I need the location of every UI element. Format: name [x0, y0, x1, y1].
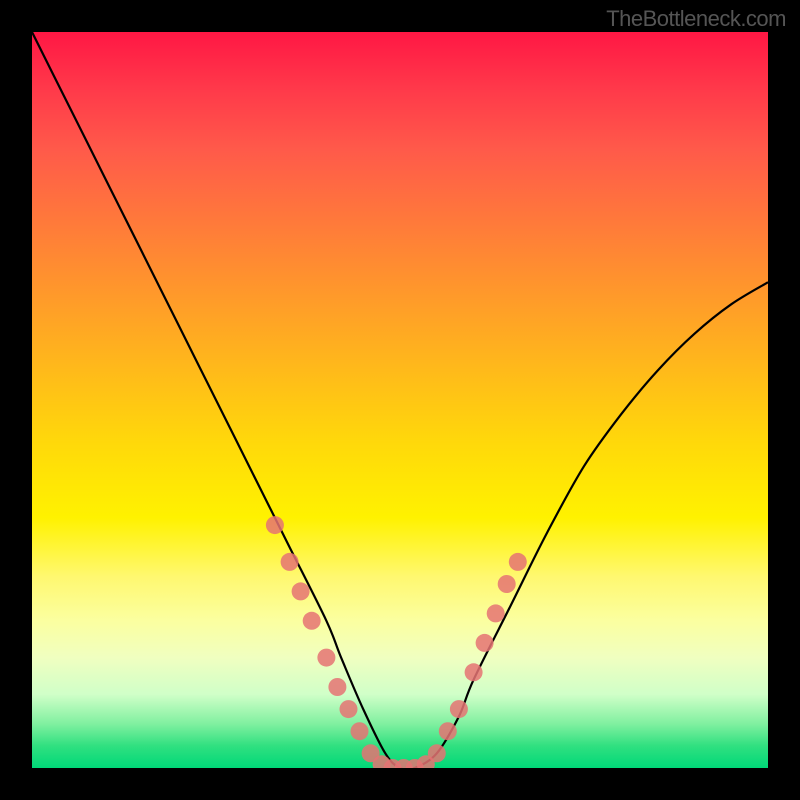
- chart-svg: [32, 32, 768, 768]
- data-marker: [476, 634, 494, 652]
- data-marker: [328, 678, 346, 696]
- data-marker: [303, 612, 321, 630]
- data-marker: [465, 663, 483, 681]
- chart-plot-area: [32, 32, 768, 768]
- data-marker: [281, 553, 299, 571]
- data-marker: [292, 582, 310, 600]
- data-marker: [439, 722, 457, 740]
- data-marker: [317, 649, 335, 667]
- watermark-text: TheBottleneck.com: [606, 6, 786, 32]
- data-marker: [498, 575, 516, 593]
- data-marker: [487, 604, 505, 622]
- data-marker: [450, 700, 468, 718]
- bottleneck-curve: [32, 32, 768, 768]
- data-marker: [428, 744, 446, 762]
- markers-group: [266, 516, 527, 768]
- data-marker: [351, 722, 369, 740]
- data-marker: [266, 516, 284, 534]
- data-marker: [509, 553, 527, 571]
- data-marker: [340, 700, 358, 718]
- curve-group: [32, 32, 768, 768]
